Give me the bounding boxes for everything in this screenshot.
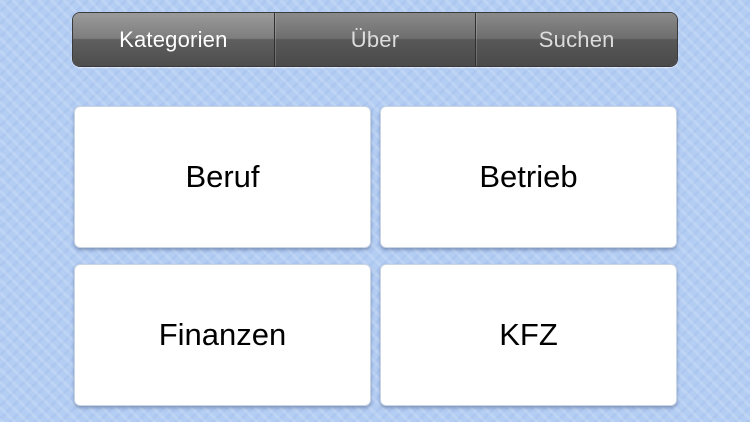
tab-suchen-label: Suchen [538, 26, 615, 52]
category-tile-betrieb[interactable]: Betrieb [380, 106, 677, 248]
category-label-kfz: KFZ [499, 317, 558, 352]
category-tile-finanzen[interactable]: Finanzen [74, 264, 371, 406]
category-label-beruf: Beruf [185, 159, 260, 194]
tab-ueber[interactable]: Über [273, 13, 476, 66]
category-grid: Beruf Betrieb Finanzen KFZ [74, 106, 678, 408]
category-label-betrieb: Betrieb [479, 159, 578, 194]
category-tile-beruf[interactable]: Beruf [74, 106, 371, 248]
category-label-finanzen: Finanzen [158, 317, 287, 352]
tab-ueber-label: Über [350, 26, 400, 52]
tab-kategorien-label: Kategorien [119, 26, 228, 52]
tab-suchen[interactable]: Suchen [475, 13, 677, 66]
tab-kategorien[interactable]: Kategorien [73, 13, 274, 66]
segmented-control: Kategorien Über Suchen [72, 12, 678, 67]
category-tile-kfz[interactable]: KFZ [380, 264, 677, 406]
